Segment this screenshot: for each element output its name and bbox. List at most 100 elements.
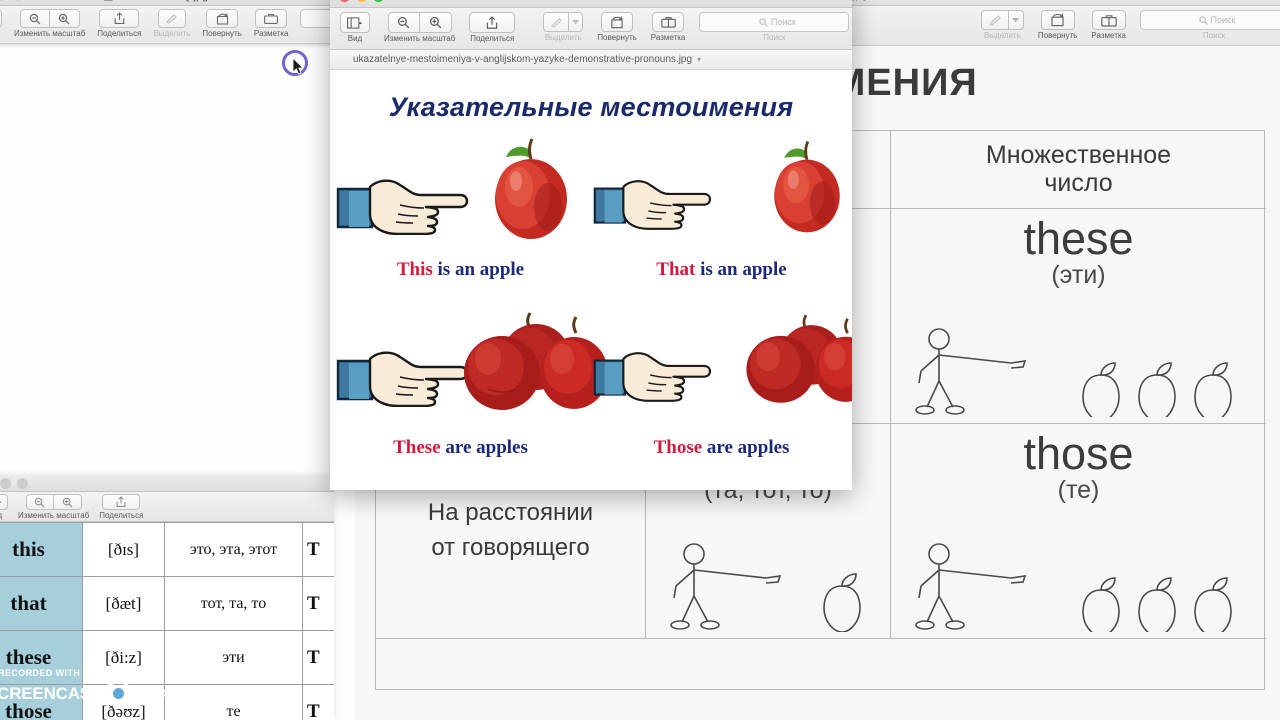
win4-select-segment[interactable] (543, 12, 584, 32)
win4-zoom-label: Изменить масштаб (384, 34, 456, 43)
win2-markup-label: Разметка (1091, 31, 1126, 40)
win4-traffic-lights[interactable] (330, 0, 384, 2)
maximize-button-icon[interactable] (373, 0, 384, 2)
win1-markup-group[interactable]: Разметка (254, 9, 288, 38)
slide-canvas: Указательные местоимения This is an appl… (330, 70, 852, 490)
win1-rotate-group[interactable]: Повернуть (202, 9, 242, 38)
markup-button[interactable] (1091, 10, 1126, 30)
search-input[interactable]: Поиск (1140, 10, 1280, 30)
win4-share-group[interactable]: Поделиться (469, 12, 516, 43)
poster-row1-plural-icons (891, 325, 1266, 417)
share-button[interactable] (99, 9, 140, 28)
maximize-button-icon[interactable] (17, 478, 28, 489)
win4-titlebar[interactable] (330, 0, 852, 8)
win3-toolbar[interactable]: Вид Изменить масштаб (0, 492, 334, 522)
filename-text: ukazatelnye-mestoimeniya-v-anglijskom-ya… (353, 54, 693, 65)
win4-zoom-group[interactable]: Изменить масштаб (384, 12, 455, 43)
close-button-icon[interactable] (339, 0, 350, 2)
win1-toolbar[interactable]: д Изменить масштаб (0, 6, 350, 44)
rotate-button[interactable] (601, 12, 634, 32)
rotate-button[interactable] (1040, 10, 1075, 30)
select-dropdown-button[interactable] (569, 12, 584, 32)
minimize-button-icon[interactable] (0, 478, 11, 489)
win2-markup-group[interactable]: Разметка (1091, 10, 1126, 40)
win4-share-label: Поделиться (470, 34, 515, 43)
vocab-word: this (0, 522, 83, 577)
maximize-button-icon[interactable] (13, 0, 24, 1)
poster-row2-singular-icons (646, 540, 890, 632)
markup-button[interactable] (652, 12, 685, 32)
win4-filename-bar[interactable]: ukazatelnye-mestoimeniya-v-anglijskom-ya… (330, 50, 852, 70)
win1-share-group[interactable]: Поделиться (97, 9, 141, 38)
view-button[interactable] (0, 494, 8, 510)
win3-share-group[interactable]: Поделиться (99, 494, 143, 520)
pointing-hand-icon (593, 180, 712, 230)
win2-select-segment[interactable] (980, 10, 1024, 30)
zoom-in-button[interactable] (49, 9, 80, 28)
slide-caption-this: This is an apple (330, 259, 591, 281)
select-dropdown-button[interactable] (1008, 10, 1024, 30)
window-preview-front-slide[interactable]: Вид Изменить масштаб Поделиться Выделить… (330, 0, 852, 490)
win4-select-group[interactable]: Выделить (543, 12, 584, 42)
chevron-down-icon[interactable]: ▾ (697, 55, 701, 64)
zoom-in-button[interactable] (419, 12, 452, 33)
win3-zoom-group[interactable]: Изменить масштаб (18, 494, 89, 520)
win4-search-label: Поиск (763, 33, 786, 42)
watermark-line1: RECORDED WITH (0, 668, 81, 678)
zoom-out-button[interactable] (19, 9, 50, 28)
search-placeholder-text: Поиск (770, 17, 796, 27)
markup-button[interactable] (255, 9, 288, 28)
win3-traffic-lights[interactable] (0, 478, 28, 489)
win2-search-group[interactable]: Поиск Поиск (1140, 10, 1280, 40)
pointing-hand-icon (336, 179, 469, 235)
window-preview-back-left[interactable]: MdH02X27V-Q.jpg ▾ д (0, 0, 350, 44)
win2-rotate-group[interactable]: Повернуть (1038, 10, 1077, 40)
select-button[interactable] (157, 9, 186, 28)
rotate-button[interactable] (206, 9, 239, 28)
win1-rotate-label: Повернуть (202, 29, 242, 38)
poster-row1-plural-word: these (1023, 213, 1134, 264)
win1-select-group[interactable]: Выделить (153, 9, 190, 38)
search-input[interactable]: Поиск (699, 12, 850, 32)
slide-caption-that: That is an apple (591, 259, 852, 281)
zoom-in-button[interactable] (53, 494, 82, 510)
view-button[interactable] (340, 12, 370, 33)
win3-zoom-label: Изменить масштаб (18, 511, 90, 520)
slide-title: Указательные местоимения (388, 92, 794, 122)
win4-search-group[interactable]: Поиск Поиск (699, 12, 850, 42)
win4-markup-group[interactable]: Разметка (650, 12, 686, 42)
select-button[interactable] (980, 10, 1009, 30)
minimize-button-icon[interactable] (0, 0, 7, 1)
win3-view-group[interactable]: Вид (0, 494, 8, 520)
vocab-extra: Т (302, 684, 334, 720)
view-button[interactable] (0, 9, 2, 28)
minimize-button-icon[interactable] (356, 0, 367, 2)
zoom-out-button[interactable] (387, 12, 420, 33)
poster-row2-plural: those (те) (891, 424, 1266, 639)
win4-markup-label: Разметка (650, 33, 686, 42)
win2-select-group[interactable]: Выделить (980, 10, 1024, 40)
slide-item-those-scene (591, 307, 852, 437)
mouse-cursor (282, 50, 308, 76)
zoom-out-button[interactable] (25, 494, 54, 510)
select-button[interactable] (543, 12, 570, 32)
record-ring-icon (105, 680, 133, 707)
win3-titlebar[interactable] (0, 476, 334, 492)
win4-view-group[interactable]: Вид (340, 12, 370, 43)
win1-zoom-segment[interactable] (19, 9, 80, 28)
win4-rotate-label: Повернуть (597, 33, 637, 42)
slide-rest: are apples (440, 437, 528, 458)
poster-header-plural: Множественное число (891, 131, 1266, 209)
share-button[interactable] (102, 494, 141, 510)
share-button[interactable] (469, 12, 516, 33)
poster-row2-plural-icons (891, 540, 1266, 632)
win3-zoom-segment[interactable] (25, 494, 82, 510)
win1-zoom-group[interactable]: Изменить масштаб (14, 9, 85, 38)
win1-view-group[interactable]: д (0, 9, 2, 38)
win4-toolbar[interactable]: Вид Изменить масштаб Поделиться Выделить… (330, 8, 852, 50)
win4-zoom-segment[interactable] (387, 12, 452, 33)
win1-traffic-lights[interactable] (0, 0, 24, 1)
search-icon (1198, 15, 1208, 25)
win2-select-label: Выделить (983, 31, 1021, 40)
win4-rotate-group[interactable]: Повернуть (597, 12, 637, 42)
